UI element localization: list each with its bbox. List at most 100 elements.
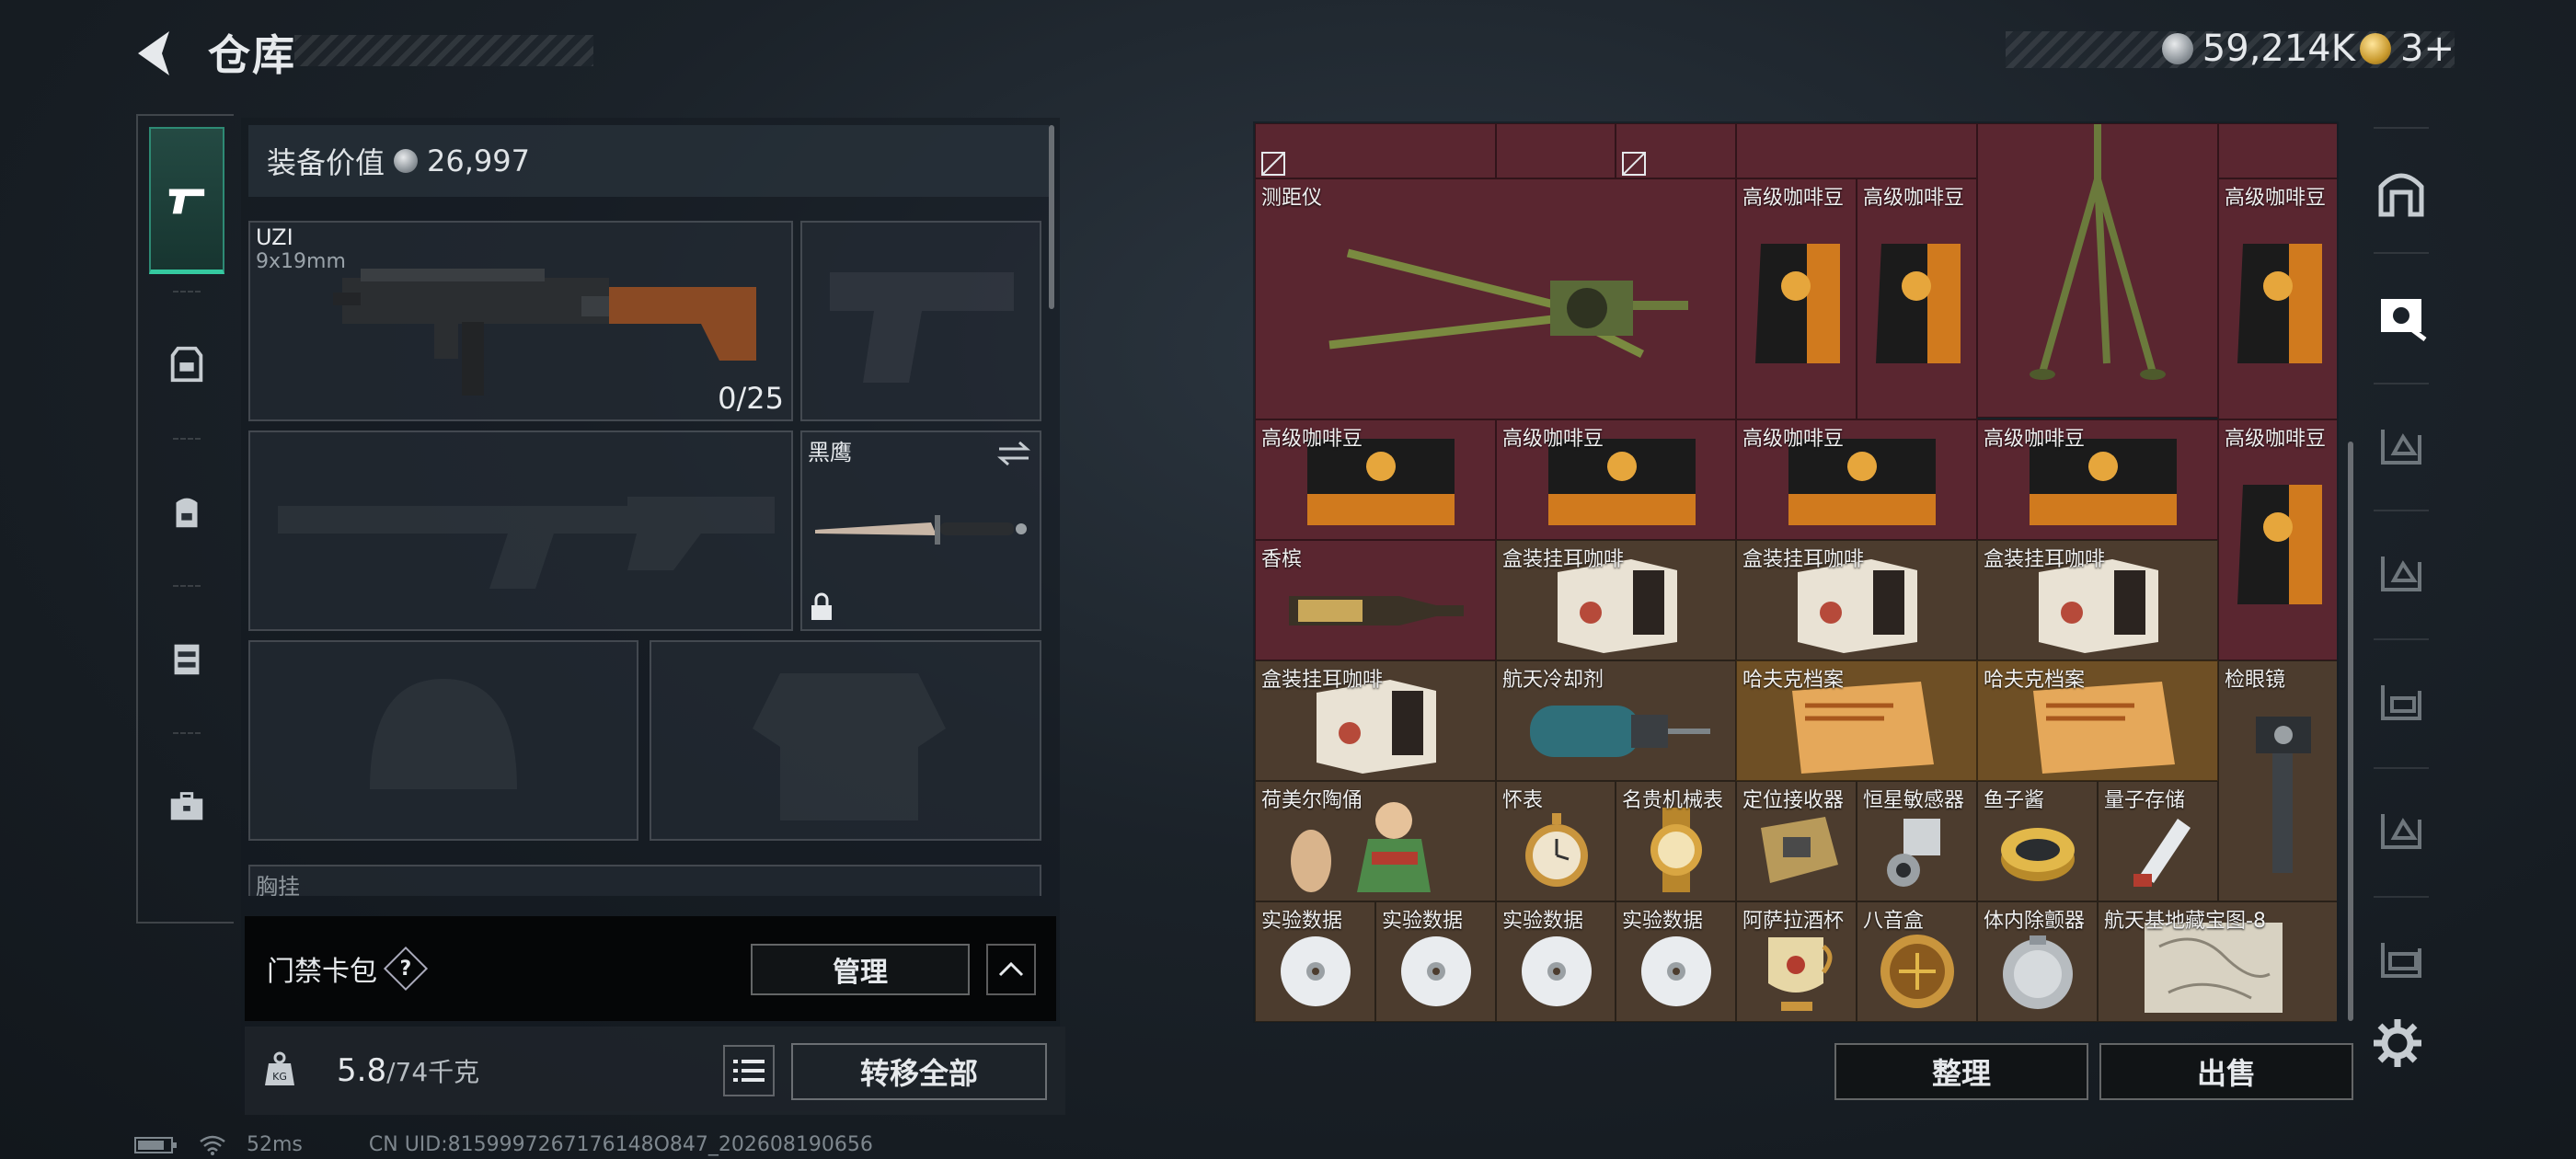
storage-item[interactable]: 量子存储 bbox=[2098, 781, 2218, 901]
storage-item[interactable]: 实验数据 bbox=[1496, 901, 1616, 1022]
storage-item-partial[interactable] bbox=[1496, 123, 1616, 178]
manage-button[interactable]: 管理 bbox=[751, 944, 970, 995]
shelf-2-tab[interactable] bbox=[2364, 530, 2438, 613]
equipment-scrollbar[interactable] bbox=[1049, 125, 1054, 309]
armor-slot[interactable] bbox=[650, 640, 1041, 841]
storage-item[interactable]: 盒装挂耳咖啡 bbox=[1977, 540, 2218, 660]
storage-item-partial[interactable] bbox=[1736, 123, 1977, 178]
storage-item[interactable]: 实验数据 bbox=[1616, 901, 1736, 1022]
expand-button[interactable] bbox=[986, 944, 1036, 995]
storage-item[interactable]: 航天基地藏宝图-8 bbox=[2098, 901, 2337, 1022]
document-folder-icon bbox=[1792, 682, 1934, 774]
document-folder-icon bbox=[2033, 682, 2175, 774]
shelf-1-icon bbox=[2381, 430, 2421, 465]
chest-rig-slot[interactable]: 胸挂 bbox=[248, 865, 1041, 896]
storage-item[interactable]: 盒装挂耳咖啡 bbox=[1736, 540, 1977, 660]
storage-item[interactable]: 高级咖啡豆 bbox=[2218, 178, 2337, 419]
shelf-1-tab[interactable] bbox=[2364, 403, 2438, 486]
storage-home-tab[interactable] bbox=[2364, 151, 2438, 234]
shelf-4-tab[interactable] bbox=[2364, 787, 2438, 870]
storage-item[interactable]: 高级咖啡豆 bbox=[1255, 419, 1496, 540]
storage-item[interactable]: 高级咖啡豆 bbox=[1496, 419, 1736, 540]
storage-item[interactable]: 测距仪 bbox=[1255, 178, 1736, 419]
ticket-icon bbox=[2360, 33, 2392, 64]
transfer-all-button[interactable]: 转移全部 bbox=[791, 1043, 1047, 1100]
rifle-placeholder-icon bbox=[278, 497, 775, 589]
storage-item[interactable]: 盒装挂耳咖啡 bbox=[1496, 540, 1736, 660]
keycard-label: 门禁卡包 bbox=[267, 956, 377, 988]
storage-item-partial[interactable] bbox=[2218, 123, 2337, 178]
nav-armor[interactable] bbox=[149, 291, 224, 438]
storage-item[interactable]: 怀表 bbox=[1496, 781, 1616, 901]
nav-chest-rig[interactable] bbox=[149, 585, 224, 732]
storage-item[interactable]: 高级咖啡豆 bbox=[1736, 419, 1977, 540]
help-icon[interactable]: ? bbox=[383, 946, 429, 992]
primary-weapon-slot[interactable]: UZI 9x19mm 0/25 bbox=[248, 221, 793, 421]
secondary-weapon-slot[interactable] bbox=[248, 430, 793, 631]
storage-item-partial[interactable] bbox=[1616, 123, 1736, 178]
data-disc-icon bbox=[1522, 936, 1592, 1006]
storage-item-partial[interactable] bbox=[1255, 123, 1496, 178]
storage-item[interactable]: 哈夫克档案 bbox=[1736, 660, 1977, 781]
settings-button[interactable] bbox=[2370, 1016, 2431, 1076]
storage-item[interactable]: 实验数据 bbox=[1255, 901, 1375, 1022]
nav-backpack[interactable] bbox=[149, 438, 224, 585]
ping-readout: 52ms bbox=[247, 1133, 303, 1156]
storage-item[interactable]: 香槟 bbox=[1255, 540, 1496, 660]
sort-button[interactable]: 整理 bbox=[1834, 1043, 2088, 1100]
storage-item[interactable]: 航天冷却剂 bbox=[1496, 660, 1736, 781]
storage-item[interactable]: 荷美尔陶俑 bbox=[1255, 781, 1496, 901]
title-decoration bbox=[294, 35, 593, 66]
tripod-icon bbox=[2030, 124, 2166, 380]
storage-item[interactable]: 高级咖啡豆 bbox=[2218, 419, 2337, 660]
back-arrow-icon bbox=[138, 31, 169, 75]
coffee-bag-icon bbox=[2237, 244, 2322, 363]
armor-placeholder-icon bbox=[753, 673, 946, 820]
storage-home-icon bbox=[2378, 173, 2424, 217]
ticket-display[interactable]: 3+ bbox=[2360, 28, 2455, 70]
storage-item[interactable]: 哈夫克档案 bbox=[1977, 660, 2218, 781]
safe-box-icon bbox=[2381, 299, 2427, 341]
money-display[interactable]: 59,214K bbox=[2161, 28, 2355, 70]
sell-button[interactable]: 出售 bbox=[2099, 1043, 2353, 1100]
storage-item[interactable]: 定位接收器 bbox=[1736, 781, 1857, 901]
melee-name: 黑鹰 bbox=[808, 440, 852, 465]
pistol-slot[interactable] bbox=[800, 221, 1041, 421]
equipment-value: 装备价值 26,997 bbox=[248, 125, 1049, 197]
storage-scrollbar[interactable] bbox=[2348, 442, 2353, 1021]
storage-item[interactable]: 八音盒 bbox=[1857, 901, 1977, 1022]
storage-item[interactable]: 体内除颤器 bbox=[1977, 901, 2098, 1022]
storage-item[interactable]: 阿萨拉酒杯 bbox=[1736, 901, 1857, 1022]
helmet-placeholder-icon bbox=[370, 679, 517, 789]
svg-text:KG: KG bbox=[272, 1071, 287, 1083]
nav-weapons[interactable] bbox=[149, 127, 224, 274]
music-box-icon bbox=[1880, 935, 1954, 1008]
storage-item[interactable]: 盒装挂耳咖啡 bbox=[1255, 660, 1496, 781]
storage-item[interactable]: 恒星敏感器 bbox=[1857, 781, 1977, 901]
coffee-bag-icon bbox=[1876, 244, 1961, 363]
data-disc-icon bbox=[1281, 936, 1351, 1006]
storage-item[interactable]: 检眼镜 bbox=[2218, 660, 2337, 901]
back-button[interactable] bbox=[129, 26, 184, 81]
storage-item[interactable]: 实验数据 bbox=[1375, 901, 1496, 1022]
helmet-slot[interactable] bbox=[248, 640, 638, 841]
storage-item[interactable]: 鱼子酱 bbox=[1977, 781, 2098, 901]
champagne-icon bbox=[1289, 596, 1464, 625]
chevron-up-icon bbox=[998, 961, 1024, 977]
nav-toolbox[interactable] bbox=[149, 732, 224, 879]
shelf-5-tab[interactable] bbox=[2364, 916, 2438, 999]
melee-slot[interactable]: 黑鹰 bbox=[800, 430, 1041, 631]
no-search-icon bbox=[1261, 152, 1285, 176]
storage-item[interactable]: 高级咖啡豆 bbox=[1736, 178, 1857, 419]
shelf-3-tab[interactable] bbox=[2364, 659, 2438, 741]
storage-item-tripod[interactable] bbox=[1977, 123, 2218, 418]
safe-box-tab[interactable] bbox=[2364, 274, 2438, 357]
storage-item[interactable]: 名贵机械表 bbox=[1616, 781, 1736, 901]
lock-icon bbox=[811, 592, 832, 620]
rangefinder-icon bbox=[1328, 248, 1688, 359]
storage-item[interactable]: 高级咖啡豆 bbox=[1857, 178, 1977, 419]
storage-item[interactable]: 高级咖啡豆 bbox=[1977, 419, 2218, 540]
swap-icon[interactable] bbox=[995, 440, 1032, 467]
wifi-icon bbox=[200, 1135, 225, 1155]
list-view-button[interactable] bbox=[723, 1045, 775, 1096]
